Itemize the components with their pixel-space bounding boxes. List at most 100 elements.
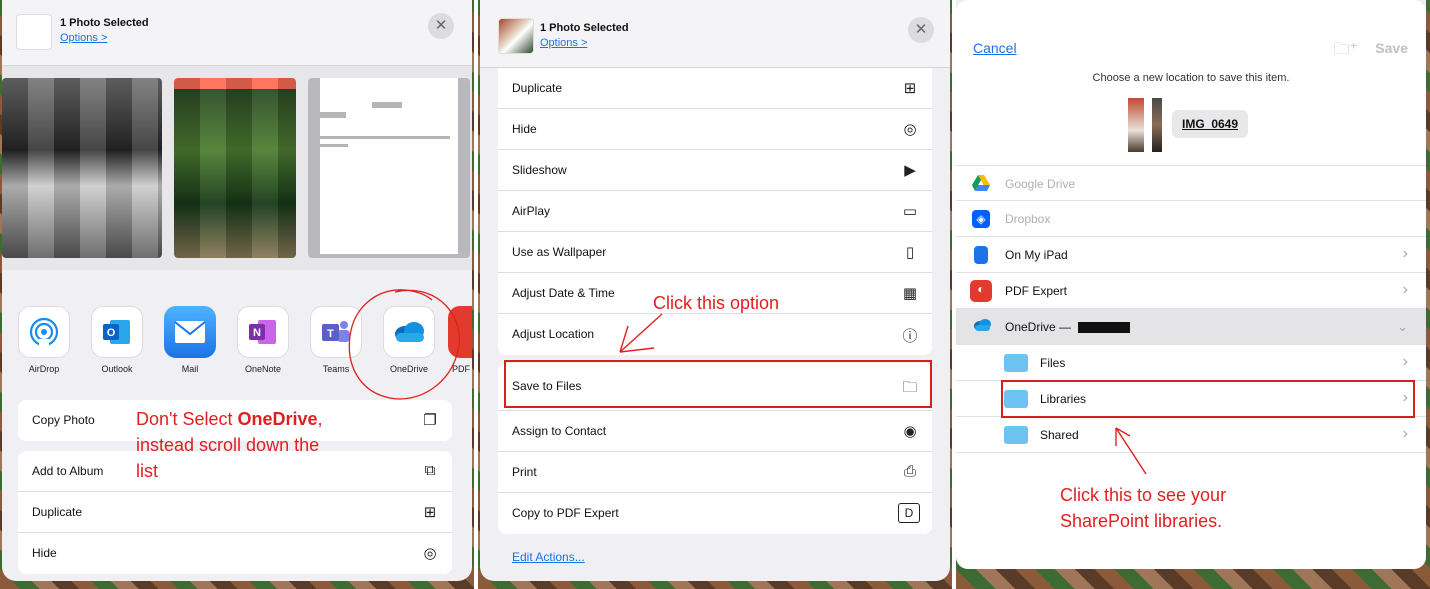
app-label: Teams: [322, 364, 350, 374]
edit-actions-link[interactable]: Edit Actions...: [512, 550, 585, 564]
location-label-text: OneDrive —: [1005, 320, 1075, 334]
pdf-expert-icon: D: [898, 503, 920, 523]
action-use-as-wallpaper[interactable]: Use as Wallpaper ▯: [498, 232, 932, 273]
actions-sheet: 1 Photo Selected Options > ✕ Duplicate ⊞…: [480, 0, 950, 581]
location-label: PDF Expert: [1005, 284, 1068, 298]
app-mail[interactable]: Mail: [162, 306, 218, 374]
annotation-text: instead scroll down the: [136, 435, 320, 455]
close-button[interactable]: ✕: [908, 17, 934, 43]
annotation-text: Click this to see your: [1060, 485, 1227, 505]
action-hide[interactable]: Hide ◎: [498, 109, 932, 150]
copy-icon: ❐: [423, 412, 437, 429]
save-button[interactable]: Save: [1375, 40, 1408, 56]
app-onedrive[interactable]: OneDrive: [381, 306, 437, 374]
pdf-expert-icon: [448, 306, 472, 358]
app-label: AirDrop: [28, 364, 60, 374]
share-sheet-header: 1 Photo Selected Options > ✕: [2, 0, 472, 66]
app-label: OneNote: [244, 364, 282, 374]
annotation-click-option: Click this option: [653, 293, 780, 313]
highlight-save-to-files: [504, 360, 932, 408]
airdrop-icon: [18, 306, 70, 358]
action-slideshow[interactable]: Slideshow ▶: [498, 150, 932, 191]
app-label: OneDrive: [389, 364, 428, 374]
duplicate-icon: ⊞: [903, 80, 917, 97]
location-google-drive: Google Drive: [956, 165, 1426, 201]
action-copy-to-pdf-expert[interactable]: Copy to PDF Expert D: [498, 493, 932, 534]
svg-text:O: O: [107, 327, 116, 339]
selected-photo-thumbnail: [498, 18, 534, 54]
app-label: Mail: [181, 364, 199, 374]
cancel-button[interactable]: Cancel: [973, 40, 1017, 56]
close-button[interactable]: ✕: [428, 13, 454, 39]
action-label: Hide: [32, 546, 57, 560]
filename-field[interactable]: IMG_0649: [1172, 110, 1249, 138]
chevron-right-icon: ›: [1402, 245, 1408, 262]
redacted-account-name: [1078, 322, 1131, 334]
svg-text:N: N: [253, 327, 261, 339]
calendar-icon: ▦: [902, 285, 918, 302]
action-label: Adjust Date & Time: [512, 286, 615, 300]
onedrive-icon: [383, 306, 435, 358]
app-onenote[interactable]: N OneNote: [235, 306, 291, 374]
chevron-down-icon: ⌄: [1397, 319, 1408, 334]
subfolder-label: Files: [1040, 356, 1066, 370]
app-label: PDF: [452, 364, 470, 374]
location-onedrive[interactable]: OneDrive — ⌄: [956, 309, 1426, 345]
action-label: AirPlay: [512, 204, 551, 218]
subfolder-shared[interactable]: Shared ›: [956, 417, 1426, 453]
photo-thumbnail-selected[interactable]: [174, 78, 296, 258]
options-link[interactable]: Options >: [60, 32, 107, 44]
options-link[interactable]: Options >: [540, 37, 587, 49]
annotation-click-libraries: Click this to see your SharePoint librar…: [1060, 482, 1360, 534]
action-label: Copy Photo: [32, 413, 95, 427]
location-dropbox: ◈ Dropbox: [956, 201, 1426, 237]
new-folder-icon[interactable]: 🗀⁺: [1334, 38, 1358, 65]
action-duplicate[interactable]: Duplicate ⊞: [18, 492, 452, 533]
actions-sheet-header: 1 Photo Selected Options > ✕: [480, 0, 950, 68]
hide-eye-icon: ◎: [903, 121, 917, 138]
location-pdf-expert[interactable]: ◐ PDF Expert ›: [956, 273, 1426, 309]
app-pdf-expert[interactable]: PDF: [448, 306, 472, 374]
action-assign-to-contact[interactable]: Assign to Contact ◉: [498, 411, 932, 452]
location-label: Google Drive: [1005, 177, 1076, 191]
pdf-expert-icon: ◐: [970, 280, 992, 302]
annotation-dont-select-onedrive: Don't Select OneDrive, instead scroll do…: [136, 406, 376, 484]
files-picker-panel: Cancel 🗀⁺ Save Choose a new location to …: [956, 0, 1430, 589]
photo-carousel[interactable]: [2, 66, 472, 270]
mail-icon: [164, 306, 216, 358]
hide-eye-icon: ◎: [423, 545, 437, 562]
slideshow-play-icon: ▶: [904, 162, 916, 179]
action-duplicate[interactable]: Duplicate ⊞: [498, 68, 932, 109]
action-label: Assign to Contact: [512, 424, 607, 438]
google-drive-icon: [972, 175, 990, 193]
annotation-text: ,: [317, 409, 323, 429]
annotation-text: list: [136, 461, 158, 481]
action-airplay[interactable]: AirPlay ▭: [498, 191, 932, 232]
action-label: Use as Wallpaper: [512, 245, 607, 259]
photo-thumbnail[interactable]: [2, 78, 162, 258]
files-picker-sheet: Cancel 🗀⁺ Save Choose a new location to …: [956, 0, 1426, 569]
app-airdrop[interactable]: AirDrop: [16, 306, 72, 374]
action-label: Duplicate: [32, 505, 83, 519]
app-outlook[interactable]: O Outlook: [89, 306, 145, 374]
location-label: Dropbox: [1005, 212, 1051, 226]
location-on-my-ipad[interactable]: On My iPad ›: [956, 237, 1426, 273]
subfolder-files[interactable]: Files ›: [956, 345, 1426, 381]
document-photo-thumbnail[interactable]: [308, 78, 470, 258]
subfolder-label: Shared: [1040, 428, 1079, 442]
action-label: Slideshow: [512, 163, 567, 177]
app-teams[interactable]: T Teams: [308, 306, 364, 374]
action-hide[interactable]: Hide ◎: [18, 533, 452, 574]
action-label: Duplicate: [512, 81, 563, 95]
action-adjust-location[interactable]: Adjust Location ⓘ: [498, 314, 932, 355]
app-share-row: AirDrop O Outlook Mail N OneNote T Teams…: [2, 290, 472, 390]
location-info-icon: ⓘ: [902, 328, 918, 345]
action-print[interactable]: Print ⎙: [498, 452, 932, 493]
printer-icon: ⎙: [903, 463, 916, 480]
highlight-libraries: [1001, 380, 1415, 418]
onedrive-icon: [972, 318, 991, 336]
action-label: Copy to PDF Expert: [512, 506, 619, 520]
selected-count-title: 1 Photo Selected: [540, 22, 629, 34]
action-label: Print: [512, 465, 537, 479]
ipad-icon: [974, 246, 988, 264]
